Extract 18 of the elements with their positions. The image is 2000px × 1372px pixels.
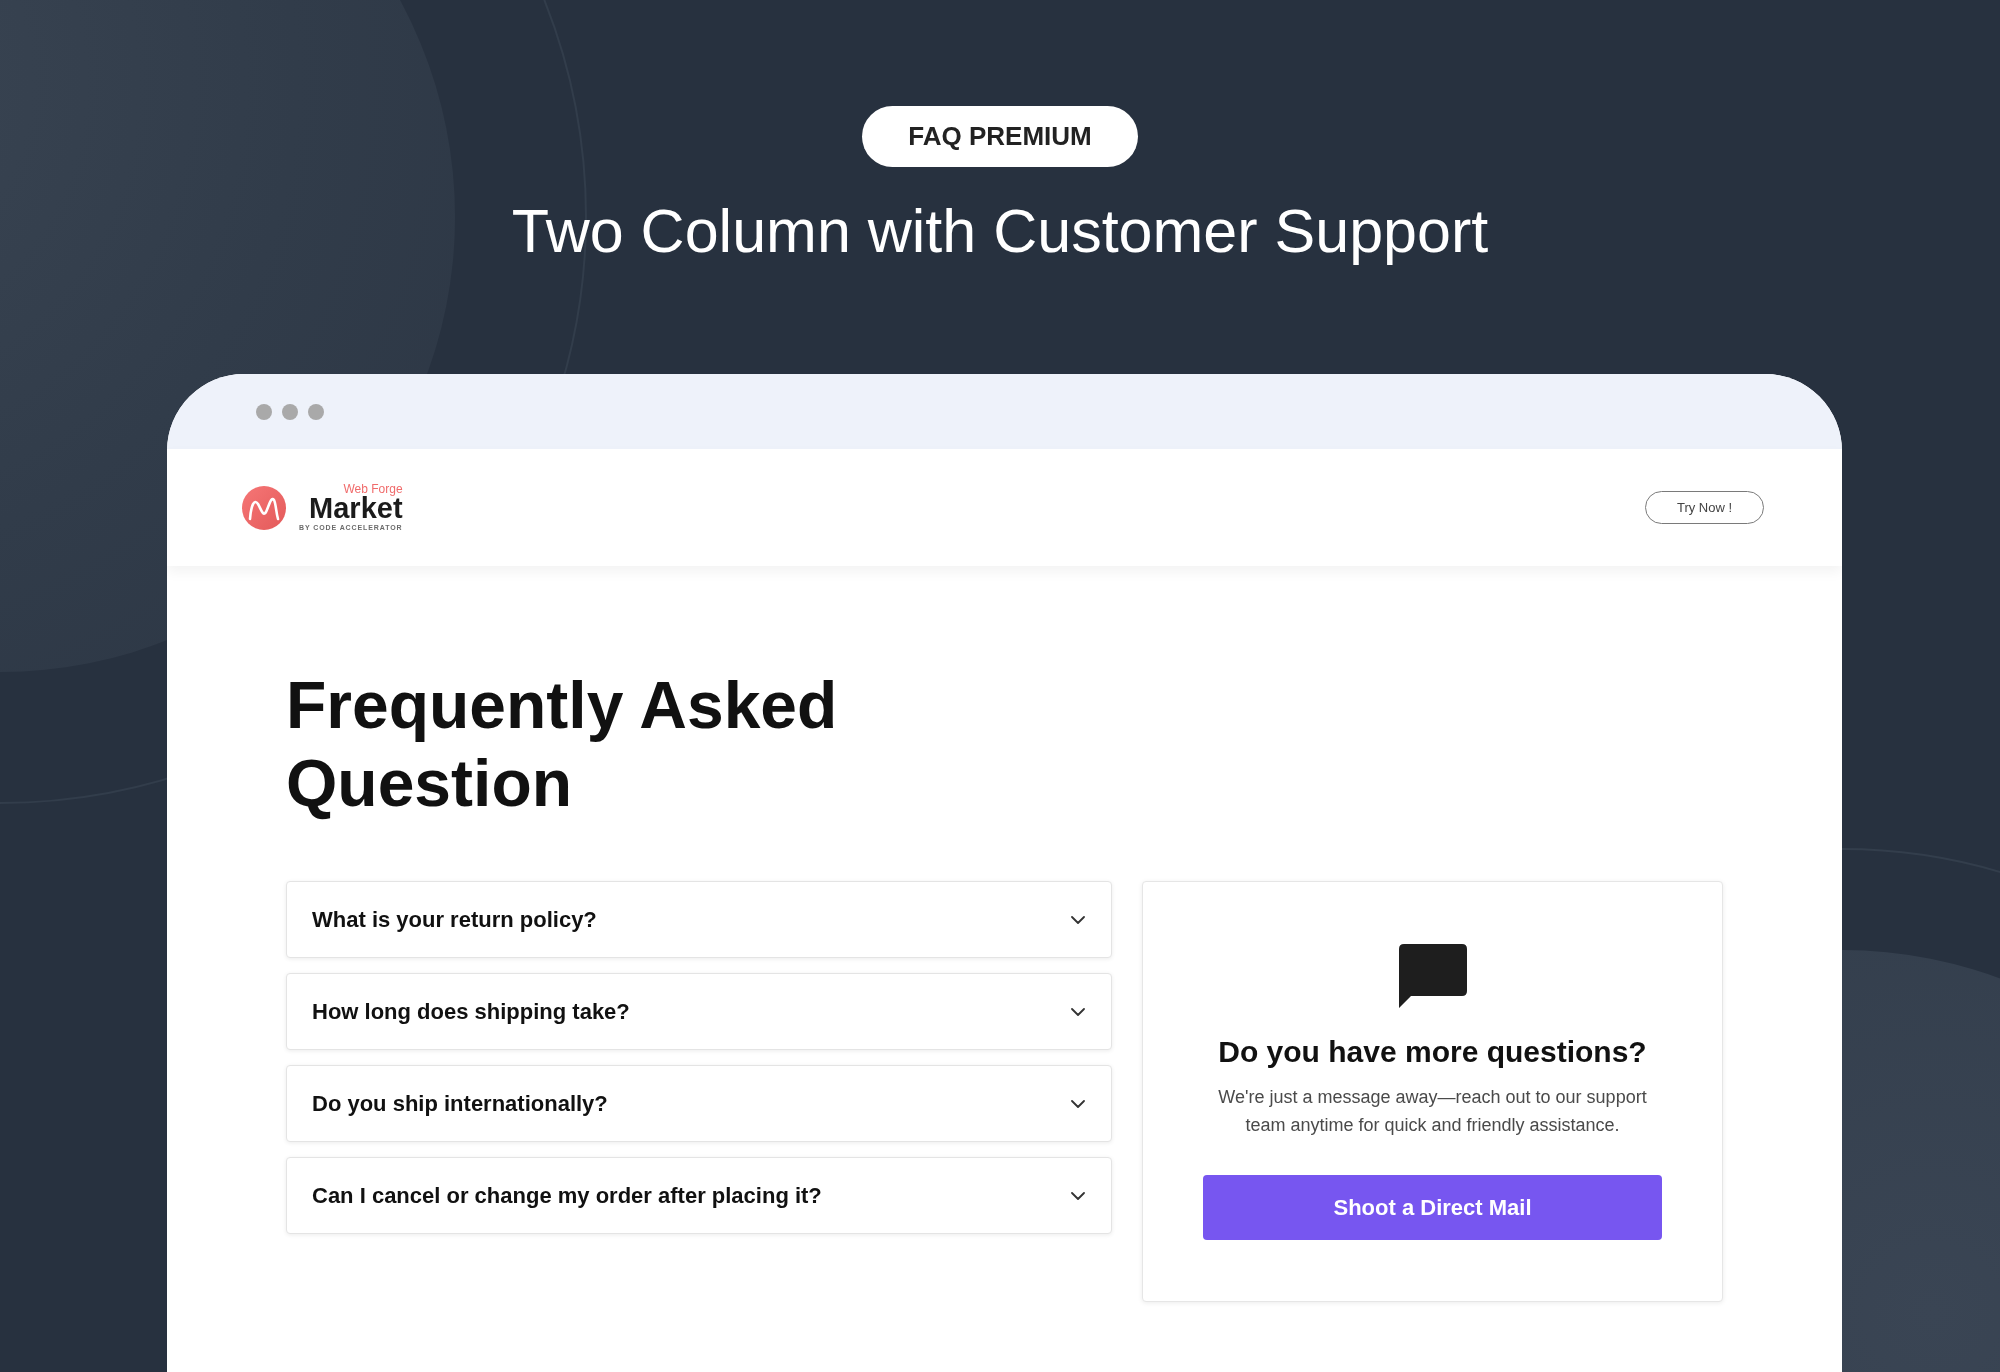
- try-now-button[interactable]: Try Now !: [1645, 491, 1764, 524]
- logo-tagline: Web Forge: [343, 483, 403, 495]
- support-heading: Do you have more questions?: [1218, 1034, 1647, 1070]
- direct-mail-button[interactable]: Shoot a Direct Mail: [1203, 1175, 1662, 1240]
- faq-item[interactable]: How long does shipping take?: [286, 973, 1112, 1050]
- logo-name: Market: [309, 495, 403, 521]
- dot-icon: [282, 403, 298, 420]
- chat-bubble-icon: [1398, 944, 1467, 1008]
- page-title: Two Column with Customer Support: [511, 196, 1489, 267]
- faq-item[interactable]: Do you ship internationally?: [286, 1065, 1112, 1142]
- logo-icon: [242, 485, 286, 530]
- faq-heading: Frequently Asked Question: [286, 667, 839, 822]
- faq-item[interactable]: Can I cancel or change my order after placing it?: [286, 1157, 1112, 1234]
- dot-icon: [256, 403, 272, 420]
- dot-icon: [308, 403, 324, 420]
- support-text: We're just a message away—reach out to our support team anytime for quick and friendly assistance.: [1217, 1086, 1648, 1137]
- faq-item[interactable]: What is your return policy?: [286, 881, 1112, 958]
- title-badge: FAQ PREMIUM: [862, 106, 1138, 167]
